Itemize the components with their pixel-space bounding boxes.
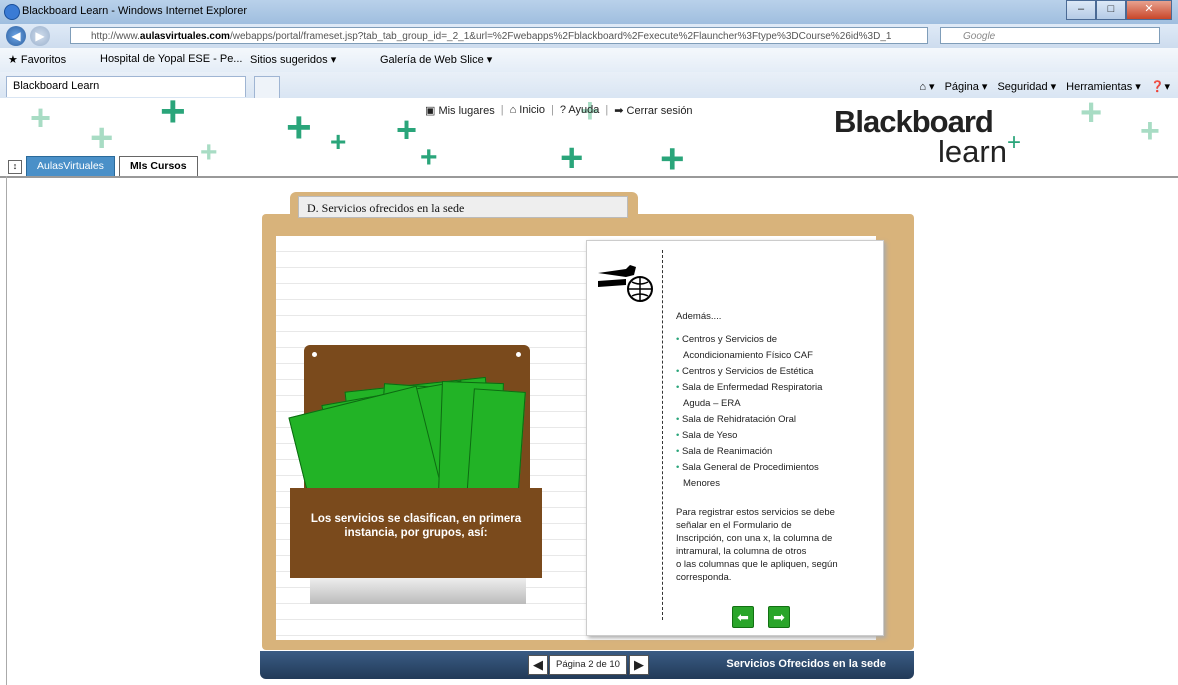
collapse-toggle[interactable]: ↕ — [8, 160, 22, 174]
service-item: • Sala de Reanimación — [676, 446, 773, 457]
logout-icon: ➡ — [614, 105, 624, 117]
prev-arrow-icon[interactable]: ⬅ — [732, 606, 754, 628]
hand-globe-icon — [598, 265, 653, 302]
bb-header: + + + + + + + + + + + + + ▣ Mis lugares |… — [0, 98, 1178, 178]
note-heading: Además.... — [676, 311, 722, 322]
favorite-link-hospital[interactable]: Hospital de Yopal ESE - Pe... — [100, 53, 242, 65]
note-dashed-line — [662, 250, 663, 620]
note-paragraph-line: Para registrar estos servicios se debe — [676, 507, 835, 518]
next-arrow-icon[interactable]: ➡ — [768, 606, 790, 628]
service-item: • Centros y Servicios de Estética — [676, 366, 814, 377]
service-item: Acondicionamiento Físico CAF — [683, 350, 813, 361]
box-caption: Los servicios se clasifican, en primera … — [310, 513, 522, 539]
service-item: • Centros y Servicios de — [676, 334, 778, 345]
favorites-bar: ★ Favoritos Hospital de Yopal ESE - Pe..… — [0, 48, 1178, 72]
service-item: • Sala General de Procedimientos — [676, 462, 819, 473]
menu-seguridad[interactable]: Seguridad ▾ — [997, 80, 1056, 93]
lesson-footer: ◀ Página 2 de 10 ▶ Servicios Ofrecidos e… — [260, 651, 914, 679]
mis-lugares-link[interactable]: ▣ Mis lugares — [425, 104, 495, 117]
home-icon[interactable]: ⌂ ▾ — [919, 80, 934, 93]
tab-blackboard[interactable]: Blackboard Learn — [6, 76, 246, 97]
browser-tabbar: Blackboard Learn ⌂ ▾ Página ▾ Seguridad … — [0, 72, 1178, 99]
favorites-button[interactable]: ★ Favoritos — [8, 53, 66, 66]
box-base — [310, 578, 526, 604]
note-paragraph-line: señalar en el Formulario de — [676, 520, 792, 531]
cerrar-sesion-link[interactable]: ➡ Cerrar sesión — [614, 104, 692, 117]
tab-mis-cursos[interactable]: MIs Cursos — [118, 156, 198, 176]
address-bar: ◀ ▶ http://www.aulasvirtuales.com/webapp… — [0, 24, 1178, 49]
menu-pagina[interactable]: Página ▾ — [945, 80, 988, 93]
service-item: • Sala de Rehidratación Oral — [676, 414, 797, 425]
learn-logo-text: learn+ — [938, 129, 1021, 169]
menu-herramientas[interactable]: Herramientas ▾ — [1066, 80, 1141, 93]
search-input[interactable]: Google — [940, 27, 1160, 44]
tab-aulas-virtuales[interactable]: AulasVirtuales — [26, 156, 115, 176]
maximize-button[interactable]: □ — [1096, 0, 1126, 20]
ayuda-link[interactable]: ? Ayuda — [560, 104, 600, 117]
service-item: • Sala de Enfermedad Respiratoria — [676, 382, 823, 393]
page-indicator: Página 2 de 10 — [549, 655, 627, 675]
note-paragraph-line: intramural, la columna de otros — [676, 546, 807, 557]
close-button[interactable]: ✕ — [1126, 0, 1172, 20]
service-item: Aguda – ERA — [683, 398, 741, 409]
service-item: Menores — [683, 478, 720, 489]
page-next-button[interactable]: ▶ — [629, 655, 649, 675]
note-paragraph-line: o las columnas que le apliquen, según — [676, 559, 838, 570]
back-icon[interactable]: ◀ — [6, 26, 26, 46]
forward-icon[interactable]: ▶ — [30, 26, 50, 46]
inicio-link[interactable]: ⌂ Inicio — [510, 104, 545, 117]
favorite-link-galeria[interactable]: Galería de Web Slice ▾ — [380, 53, 492, 66]
service-item: • Sala de Yeso — [676, 430, 738, 441]
note-paragraph-line: corresponda. — [676, 572, 732, 583]
window-titlebar: Blackboard Learn - Windows Internet Expl… — [0, 0, 1178, 24]
favorite-link-sitios[interactable]: Sitios sugeridos ▾ — [250, 53, 336, 66]
help-icon[interactable]: ❓▾ — [1151, 80, 1170, 93]
window-title: Blackboard Learn - Windows Internet Expl… — [22, 5, 247, 17]
url-input[interactable]: http://www.aulasvirtuales.com/webapps/po… — [70, 27, 928, 44]
minimize-button[interactable]: – — [1066, 0, 1096, 20]
note-paragraph-line: Inscripción, con una x, la columna de — [676, 533, 833, 544]
left-divider — [6, 176, 7, 685]
ie-icon — [4, 4, 20, 20]
new-tab-button[interactable] — [254, 76, 280, 98]
lesson-label: D. Servicios ofrecidos en la sede — [298, 196, 628, 218]
footer-title: Servicios Ofrecidos en la sede — [726, 658, 886, 670]
page-prev-button[interactable]: ◀ — [528, 655, 548, 675]
